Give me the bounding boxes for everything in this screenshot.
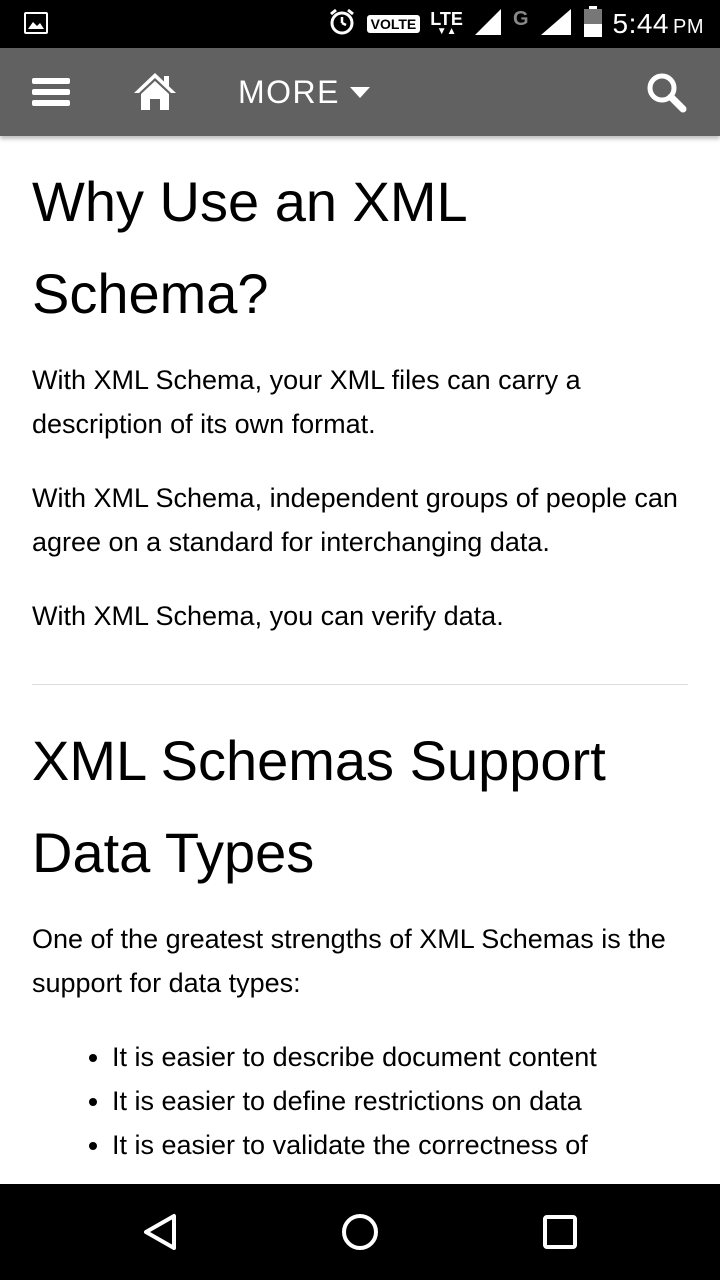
gallery-icon [24,12,48,34]
back-icon[interactable] [140,1212,180,1252]
paragraph: With XML Schema, you can verify data. [32,601,504,631]
lte-indicator: LTE ▼▲ [430,10,463,37]
paragraph: One of the greatest strengths of XML Sch… [32,924,666,998]
alarm-icon [327,7,357,42]
home-icon[interactable] [132,70,178,114]
more-label: MORE [238,73,340,110]
recents-icon[interactable] [540,1212,580,1252]
bullet-list: It is easier to describe document conten… [32,1035,688,1167]
clock-ampm: PM [673,16,704,38]
clock-time: 5:44 [612,8,669,39]
paragraph: With XML Schema, your XML files can carr… [32,365,581,439]
system-nav-bar [0,1184,720,1280]
home-circle-icon[interactable] [340,1212,380,1252]
list-item: It is easier to validate the correctness… [112,1123,688,1167]
paragraph: With XML Schema, independent groups of p… [32,483,678,557]
list-item: It is easier to define restrictions on d… [112,1079,688,1123]
signal-icon [473,7,503,42]
section-title-why-use: Why Use an XML Schema? [32,170,466,325]
section-divider [32,684,688,685]
status-bar: VOLTE LTE ▼▲ G 5:44 PM [0,0,720,48]
article-content: Why Use an XML Schema? With XML Schema, … [0,136,720,1184]
volte-badge: VOLTE [366,15,421,33]
search-icon[interactable] [644,70,688,114]
list-item: It is easier to describe document conten… [112,1035,688,1079]
network-type-label: G [512,7,529,30]
battery-icon [583,5,603,43]
more-menu-button[interactable]: MORE [238,70,370,114]
signal-icon-2 [539,7,573,42]
top-nav-bar: MORE [0,48,720,136]
caret-down-icon [350,86,370,98]
menu-icon[interactable] [30,72,72,112]
section-title-data-types: XML Schemas Support Data Types [32,729,606,884]
clock: 5:44 PM [613,8,705,40]
